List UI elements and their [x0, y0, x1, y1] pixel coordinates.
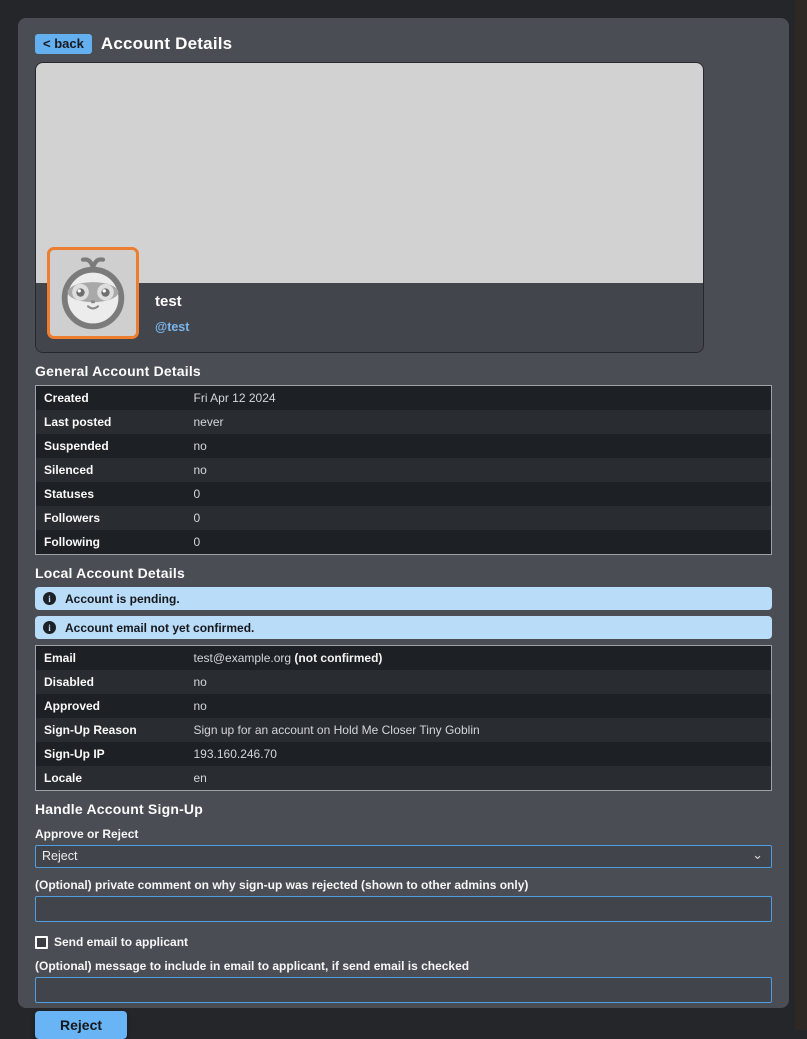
general-details-heading: General Account Details: [35, 363, 772, 379]
row-value: no: [186, 434, 772, 458]
notice-text: Account is pending.: [65, 592, 180, 606]
approve-reject-select[interactable]: Reject: [35, 845, 772, 868]
row-key: Email: [36, 646, 186, 671]
local-details-table: Email test@example.org (not confirmed) D…: [35, 645, 772, 791]
info-icon: i: [43, 592, 56, 605]
row-key: Suspended: [36, 434, 186, 458]
table-row: Localeen: [36, 766, 772, 791]
row-key: Silenced: [36, 458, 186, 482]
row-key: Created: [36, 386, 186, 411]
info-icon: i: [43, 621, 56, 634]
send-email-checkbox[interactable]: [35, 936, 48, 949]
profile-card: test @test: [35, 62, 704, 353]
account-details-panel: < back Account Details: [18, 18, 789, 1008]
table-row: Last postednever: [36, 410, 772, 434]
row-value: no: [186, 458, 772, 482]
general-details-table: CreatedFri Apr 12 2024 Last postednever …: [35, 385, 772, 555]
row-key: Statuses: [36, 482, 186, 506]
approve-reject-label: Approve or Reject: [35, 827, 772, 841]
row-key: Following: [36, 530, 186, 555]
display-name: test: [155, 293, 703, 310]
row-value: 0: [186, 506, 772, 530]
row-key: Disabled: [36, 670, 186, 694]
send-email-label: Send email to applicant: [54, 935, 188, 949]
handle-signup-heading: Handle Account Sign-Up: [35, 801, 772, 817]
email-message-input[interactable]: [35, 977, 772, 1003]
table-row: Approvedno: [36, 694, 772, 718]
profile-basic-row: test @test: [36, 283, 703, 352]
avatar: [47, 247, 139, 339]
private-comment-input[interactable]: [35, 896, 772, 922]
row-key: Last posted: [36, 410, 186, 434]
email-unconfirmed-notice: i Account email not yet confirmed.: [35, 616, 772, 639]
table-row: Suspendedno: [36, 434, 772, 458]
username-link[interactable]: @test: [155, 320, 189, 334]
row-value: 0: [186, 530, 772, 555]
table-row: Email test@example.org (not confirmed): [36, 646, 772, 671]
back-button[interactable]: < back: [35, 34, 92, 54]
row-key: Followers: [36, 506, 186, 530]
row-key: Locale: [36, 766, 186, 791]
row-value: Sign up for an account on Hold Me Closer…: [186, 718, 772, 742]
reject-button[interactable]: Reject: [35, 1011, 127, 1039]
email-message-label: (Optional) message to include in email t…: [35, 959, 772, 973]
row-value: 0: [186, 482, 772, 506]
row-value: Fri Apr 12 2024: [186, 386, 772, 411]
row-value: en: [186, 766, 772, 791]
send-email-row: Send email to applicant: [35, 935, 772, 949]
sloth-avatar-icon: [53, 253, 133, 333]
row-key: Approved: [36, 694, 186, 718]
table-row: Following0: [36, 530, 772, 555]
table-row: Sign-Up IP193.160.246.70: [36, 742, 772, 766]
table-row: Silencedno: [36, 458, 772, 482]
table-row: CreatedFri Apr 12 2024: [36, 386, 772, 411]
notice-text: Account email not yet confirmed.: [65, 621, 254, 635]
table-row: Followers0: [36, 506, 772, 530]
pending-notice: i Account is pending.: [35, 587, 772, 610]
row-value: 193.160.246.70: [186, 742, 772, 766]
private-comment-label: (Optional) private comment on why sign-u…: [35, 878, 772, 892]
row-key: Sign-Up IP: [36, 742, 186, 766]
not-confirmed-note: (not confirmed): [294, 651, 382, 665]
local-details-heading: Local Account Details: [35, 565, 772, 581]
approve-reject-select-wrap: Reject ⌄: [35, 845, 772, 868]
title-row: < back Account Details: [35, 34, 772, 54]
page-title: Account Details: [101, 34, 232, 54]
row-key: Sign-Up Reason: [36, 718, 186, 742]
row-value: test@example.org (not confirmed): [186, 646, 772, 671]
table-row: Statuses0: [36, 482, 772, 506]
scrollbar-track[interactable]: [795, 0, 807, 1030]
row-value: never: [186, 410, 772, 434]
table-row: Sign-Up ReasonSign up for an account on …: [36, 718, 772, 742]
row-value: no: [186, 670, 772, 694]
profile-names: test @test: [155, 293, 703, 336]
table-row: Disabledno: [36, 670, 772, 694]
row-value: no: [186, 694, 772, 718]
